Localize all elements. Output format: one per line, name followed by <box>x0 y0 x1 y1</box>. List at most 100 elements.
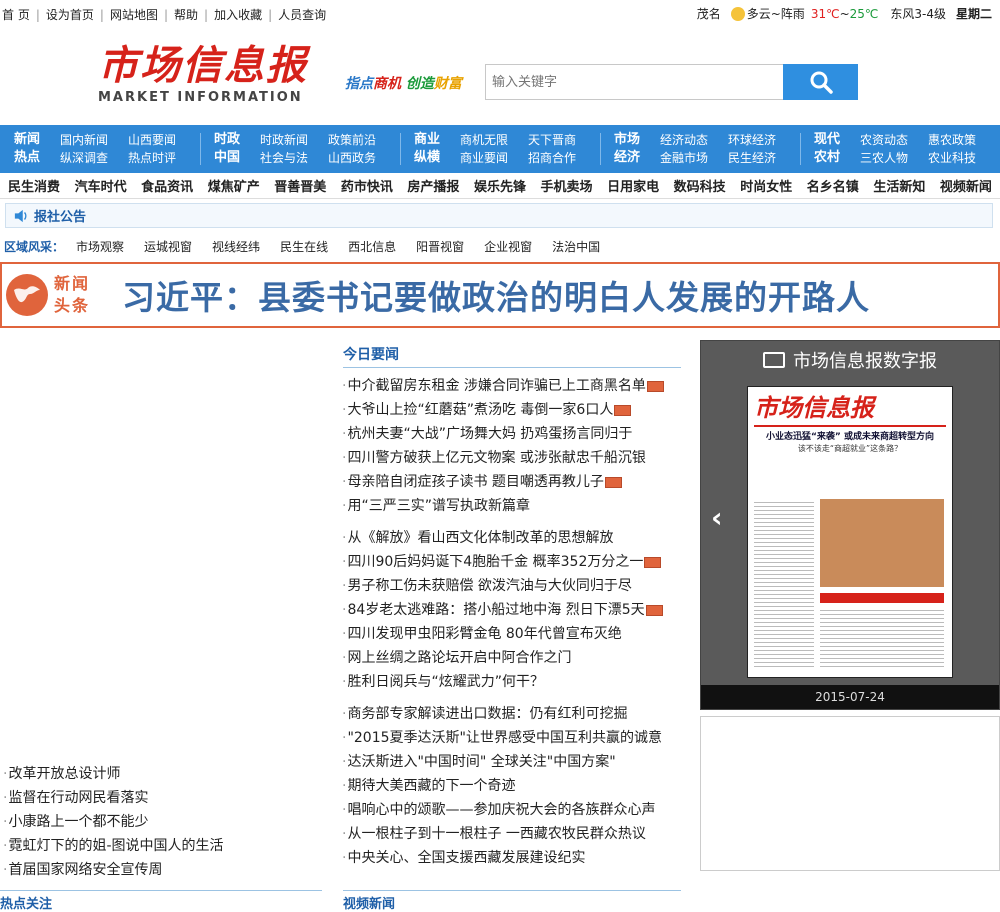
news-link[interactable]: 用“三严三实”谱写执政新篇章 <box>347 494 530 518</box>
news-item[interactable]: 期待大美西藏的下一个奇迹 <box>345 774 685 798</box>
news-item[interactable]: 中介截留房东租金 涉嫌合同诈骗已上工商黑名单 <box>345 374 685 398</box>
news-link[interactable]: 母亲陪自闭症孩子读书 题目嘲透再教儿子 <box>347 470 603 494</box>
nav-head[interactable]: 时政 <box>210 131 244 149</box>
staff-query-link[interactable]: 人员查询 <box>278 6 326 23</box>
news-item[interactable]: 四川90后妈妈诞下4胞胎千金 概率352万分之一 <box>345 550 685 574</box>
category-link[interactable]: 药市快讯 <box>341 176 393 195</box>
news-item[interactable]: 胜利日阅兵与“炫耀武力”何干？ <box>345 670 685 694</box>
set-homepage-link[interactable]: 设为首页 <box>46 6 94 23</box>
region-link[interactable]: 法治中国 <box>552 238 600 255</box>
category-link[interactable]: 房产播报 <box>407 176 459 195</box>
nav-head[interactable]: 新闻 <box>10 131 44 149</box>
region-link[interactable]: 运城视窗 <box>144 238 192 255</box>
section-title-today[interactable]: 今日要闻 <box>343 340 681 368</box>
list-item[interactable]: 霓虹灯下的的姐-图说中国人的生活 <box>3 834 223 858</box>
headline-link[interactable]: 习近平：县委书记要做政治的明白人发展的开路人 <box>122 271 870 319</box>
region-link[interactable]: 市场观察 <box>76 238 124 255</box>
category-link[interactable]: 晋善晋美 <box>274 176 326 195</box>
news-link[interactable]: 期待大美西藏的下一个奇迹 <box>347 774 515 798</box>
news-item[interactable]: "2015夏季达沃斯"让世界感受中国互利共赢的诚意 <box>345 726 685 750</box>
search-button[interactable] <box>783 64 858 100</box>
region-link[interactable]: 西北信息 <box>348 238 396 255</box>
nav-item[interactable]: 时政新闻 <box>260 131 328 149</box>
news-link[interactable]: "2015夏季达沃斯"让世界感受中国互利共赢的诚意 <box>347 726 662 750</box>
nav-item[interactable]: 国内新闻 <box>60 131 128 149</box>
nav-head[interactable]: 纵横 <box>410 149 444 167</box>
nav-item[interactable]: 商业要闻 <box>460 149 528 167</box>
list-item[interactable]: 小康路上一个都不能少 <box>3 810 224 834</box>
nav-head[interactable]: 农村 <box>810 149 844 167</box>
nav-item[interactable]: 社会与法 <box>260 149 328 167</box>
news-link[interactable]: 四川警方破获上亿元文物案 或涉张献忠千船沉银 <box>347 446 645 470</box>
category-link[interactable]: 视频新闻 <box>940 176 992 195</box>
category-link[interactable]: 生活新知 <box>873 176 925 195</box>
news-link[interactable]: 唱响心中的颂歌——参加庆祝大会的各族群众心声 <box>347 798 655 822</box>
list-item[interactable]: 首届国家网络安全宣传周 <box>3 858 224 882</box>
news-item[interactable]: 男子称工伤未获赔偿 欲泼汽油与大伙同归于尽 <box>345 574 685 598</box>
category-link[interactable]: 煤焦矿产 <box>208 176 260 195</box>
category-link[interactable]: 食品资讯 <box>141 176 193 195</box>
news-link[interactable]: 杭州夫妻“大战”广场舞大妈 扔鸡蛋扬言同归于 <box>347 422 632 446</box>
nav-item[interactable]: 纵深调查 <box>60 149 128 167</box>
nav-head[interactable]: 中国 <box>210 149 244 167</box>
add-favorite-link[interactable]: 加入收藏 <box>214 6 262 23</box>
help-link[interactable]: 帮助 <box>174 6 198 23</box>
category-link[interactable]: 数码科技 <box>674 176 726 195</box>
home-link[interactable]: 首 页 <box>2 6 30 23</box>
nav-item[interactable]: 经济动态 <box>660 131 728 149</box>
news-item[interactable]: 商务部专家解读进出口数据：仍有红利可挖掘 <box>345 702 685 726</box>
category-link[interactable]: 时尚女性 <box>740 176 792 195</box>
notice-link[interactable]: 报社公告 <box>34 206 86 225</box>
news-item[interactable]: 四川发现甲虫阳彩臂金龟 80年代曾宣布灭绝 <box>345 622 685 646</box>
news-link[interactable]: 网上丝绸之路论坛开启中阿合作之门 <box>347 646 571 670</box>
news-link[interactable]: 84岁老太逃难路：搭小船过地中海 烈日下漂5天 <box>347 598 644 622</box>
sitemap-link[interactable]: 网站地图 <box>110 6 158 23</box>
nav-item[interactable]: 农资动态 <box>860 131 928 149</box>
news-link[interactable]: 从一根柱子到十一根柱子 一西藏农牧民群众热议 <box>347 822 645 846</box>
news-link[interactable]: 四川发现甲虫阳彩臂金龟 80年代曾宣布灭绝 <box>347 622 621 646</box>
news-item[interactable]: 达沃斯进入"中国时间" 全球关注"中国方案" <box>345 750 685 774</box>
category-link[interactable]: 名乡名镇 <box>807 176 859 195</box>
list-item-link[interactable]: 霓虹灯下的的姐-图说中国人的生活 <box>8 838 223 854</box>
news-item[interactable]: 唱响心中的颂歌——参加庆祝大会的各族群众心声 <box>345 798 685 822</box>
news-item[interactable]: 中央关心、全国支援西藏发展建设纪实 <box>345 846 685 870</box>
category-link[interactable]: 民生消费 <box>8 176 60 195</box>
nav-head[interactable]: 经济 <box>610 149 644 167</box>
news-link[interactable]: 达沃斯进入"中国时间" 全球关注"中国方案" <box>347 750 615 774</box>
nav-head[interactable]: 市场 <box>610 131 644 149</box>
nav-item[interactable]: 民生经济 <box>728 149 796 167</box>
news-link[interactable]: 男子称工伤未获赔偿 欲泼汽油与大伙同归于尽 <box>347 574 631 598</box>
news-link[interactable]: 大爷山上捡“红蘑菇”煮汤吃 毒倒一家6口人 <box>347 398 613 422</box>
digital-paper-title[interactable]: 市场信息报数字报 <box>793 347 937 373</box>
nav-head[interactable]: 现代 <box>810 131 844 149</box>
news-item[interactable]: 母亲陪自闭症孩子读书 题目嘲透再教儿子 <box>345 470 685 494</box>
category-link[interactable]: 日用家电 <box>607 176 659 195</box>
nav-item[interactable]: 农业科技 <box>928 149 996 167</box>
nav-item[interactable]: 山西政务 <box>328 149 396 167</box>
news-link[interactable]: 中央关心、全国支援西藏发展建设纪实 <box>347 846 585 870</box>
news-item[interactable]: 杭州夫妻“大战”广场舞大妈 扔鸡蛋扬言同归于 <box>345 422 685 446</box>
nav-head[interactable]: 商业 <box>410 131 444 149</box>
news-item[interactable]: 四川警方破获上亿元文物案 或涉张献忠千船沉银 <box>345 446 685 470</box>
list-item-link[interactable]: 小康路上一个都不能少 <box>8 814 148 830</box>
nav-head[interactable]: 热点 <box>10 149 44 167</box>
category-link[interactable]: 娱乐先锋 <box>474 176 526 195</box>
category-link[interactable]: 手机卖场 <box>541 176 593 195</box>
region-link[interactable]: 民生在线 <box>280 238 328 255</box>
region-link[interactable]: 视线经纬 <box>212 238 260 255</box>
news-item[interactable]: 网上丝绸之路论坛开启中阿合作之门 <box>345 646 685 670</box>
list-item-link[interactable]: 改革开放总设计师 <box>8 766 120 782</box>
prev-arrow-icon[interactable]: ‹ <box>711 501 723 534</box>
nav-item[interactable]: 热点时评 <box>128 149 196 167</box>
news-item[interactable]: 从一根柱子到十一根柱子 一西藏农牧民群众热议 <box>345 822 685 846</box>
news-link[interactable]: 商务部专家解读进出口数据：仍有红利可挖掘 <box>347 702 627 726</box>
nav-item[interactable]: 环球经济 <box>728 131 796 149</box>
nav-item[interactable]: 商机无限 <box>460 131 528 149</box>
region-link[interactable]: 阳晋视窗 <box>416 238 464 255</box>
category-link[interactable]: 汽车时代 <box>75 176 127 195</box>
region-link[interactable]: 企业视窗 <box>484 238 532 255</box>
nav-item[interactable]: 惠农政策 <box>928 131 996 149</box>
nav-item[interactable]: 招商合作 <box>528 149 596 167</box>
news-item[interactable]: 大爷山上捡“红蘑菇”煮汤吃 毒倒一家6口人 <box>345 398 685 422</box>
news-item[interactable]: 用“三严三实”谱写执政新篇章 <box>345 494 685 518</box>
